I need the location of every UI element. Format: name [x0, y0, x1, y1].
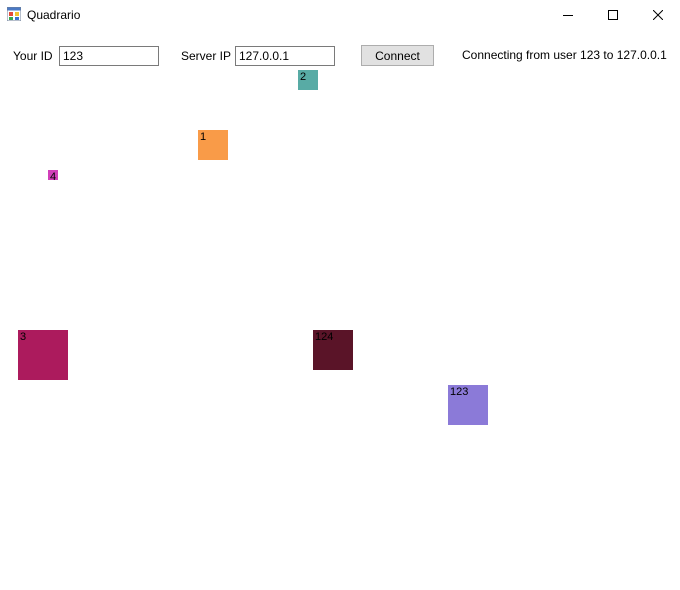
- player-square: 123: [448, 385, 488, 425]
- close-icon: [653, 10, 663, 20]
- minimize-button[interactable]: [545, 0, 591, 30]
- player-id: 2: [300, 71, 307, 83]
- player-id: 1: [200, 131, 207, 143]
- window-title: Quadrario: [27, 8, 81, 22]
- maximize-icon: [608, 10, 618, 20]
- player-square: 124: [313, 330, 353, 370]
- server-ip-label: Server IP: [181, 49, 232, 63]
- game-area: 2 1 4 3 124 123: [0, 70, 680, 590]
- player-id: 3: [20, 331, 27, 343]
- connection-status: Connecting from user 123 to 127.0.0.1: [462, 48, 667, 62]
- your-id-input[interactable]: [59, 46, 159, 66]
- maximize-button[interactable]: [590, 0, 636, 30]
- player-id: 4: [50, 171, 57, 183]
- player-square: 4: [48, 170, 58, 183]
- connect-button[interactable]: Connect: [361, 45, 434, 66]
- player-id: 123: [450, 386, 469, 398]
- player-square: 1: [198, 130, 228, 160]
- minimize-icon: [563, 15, 573, 16]
- server-ip-input[interactable]: [235, 46, 335, 66]
- title-bar: Quadrario: [0, 0, 680, 30]
- player-square: 3: [18, 330, 68, 380]
- player-square: 2: [298, 70, 318, 90]
- app-icon: [7, 7, 21, 21]
- player-id: 124: [315, 331, 334, 343]
- close-button[interactable]: [635, 0, 680, 30]
- your-id-label: Your ID: [13, 49, 53, 63]
